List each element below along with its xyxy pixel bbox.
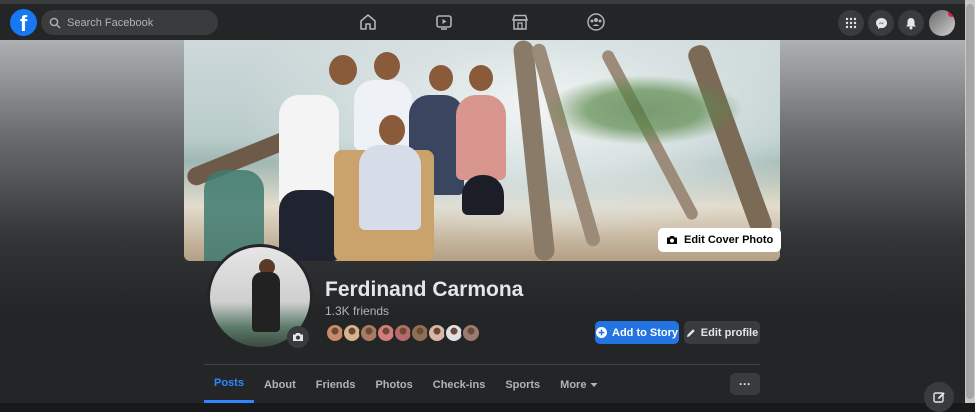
person-head bbox=[379, 115, 405, 145]
profile-picture-body bbox=[252, 272, 280, 332]
person-head bbox=[429, 65, 453, 91]
person-head bbox=[469, 65, 493, 91]
edit-cover-photo-button[interactable]: Edit Cover Photo bbox=[658, 228, 782, 252]
person-shirt bbox=[279, 95, 339, 205]
header-divider bbox=[204, 364, 760, 365]
camera-icon bbox=[667, 236, 677, 244]
person-shirt bbox=[359, 145, 421, 230]
messenger-icon bbox=[875, 17, 887, 29]
profile-more-options-button[interactable]: ··· bbox=[730, 373, 760, 395]
tab-about[interactable]: About bbox=[254, 366, 306, 403]
tab-sports[interactable]: Sports bbox=[495, 366, 550, 403]
person-pants bbox=[462, 175, 504, 215]
tab-more[interactable]: More bbox=[550, 366, 608, 403]
friend-avatar-list bbox=[325, 323, 481, 343]
watch-icon[interactable] bbox=[434, 12, 454, 32]
marketplace-icon[interactable] bbox=[510, 12, 530, 32]
add-to-story-label: Add to Story bbox=[612, 326, 678, 339]
edit-profile-button[interactable]: Edit profile bbox=[684, 321, 760, 344]
camera-icon bbox=[293, 333, 303, 341]
tab-check-ins[interactable]: Check-ins bbox=[423, 366, 496, 403]
plus-circle-icon bbox=[596, 327, 607, 338]
pencil-icon bbox=[686, 328, 695, 337]
add-to-story-button[interactable]: Add to Story bbox=[595, 321, 679, 344]
update-profile-picture-button[interactable] bbox=[287, 326, 309, 348]
tab-friends[interactable]: Friends bbox=[306, 366, 366, 403]
notifications-button[interactable] bbox=[898, 10, 924, 36]
notifications-icon bbox=[906, 17, 916, 29]
new-message-button[interactable] bbox=[924, 382, 954, 412]
compose-icon bbox=[932, 391, 945, 403]
home-icon[interactable] bbox=[358, 12, 378, 32]
groups-icon[interactable] bbox=[586, 12, 606, 32]
account-avatar[interactable] bbox=[929, 10, 955, 36]
palm-leaves bbox=[544, 75, 744, 145]
messenger-button[interactable] bbox=[868, 10, 894, 36]
page-scrollbar[interactable] bbox=[965, 0, 975, 403]
tab-posts[interactable]: Posts bbox=[204, 366, 254, 403]
person-head bbox=[329, 55, 357, 85]
scrollbar-thumb[interactable] bbox=[966, 4, 974, 399]
notification-dot bbox=[948, 10, 955, 17]
friends-count[interactable]: 1.3K friends bbox=[325, 304, 389, 318]
person-shirt bbox=[456, 95, 506, 180]
search-input[interactable] bbox=[67, 16, 207, 29]
friend-avatar[interactable] bbox=[461, 323, 481, 343]
search-box[interactable] bbox=[41, 10, 218, 35]
menu-grid-icon bbox=[845, 17, 857, 29]
search-icon bbox=[49, 17, 61, 28]
caret-down-icon bbox=[590, 382, 598, 387]
menu-grid-button[interactable] bbox=[838, 10, 864, 36]
edit-profile-label: Edit profile bbox=[700, 326, 759, 339]
profile-tabs: Posts About Friends Photos Check-ins Spo… bbox=[204, 366, 608, 403]
tab-photos[interactable]: Photos bbox=[365, 366, 422, 403]
top-navigation-bar: f bbox=[0, 0, 965, 44]
tab-more-label: More bbox=[560, 378, 587, 391]
facebook-logo[interactable]: f bbox=[10, 9, 37, 36]
edit-cover-photo-label: Edit Cover Photo bbox=[684, 234, 774, 246]
person-pants bbox=[279, 190, 339, 261]
person-head bbox=[374, 52, 400, 80]
profile-name: Ferdinand Carmona bbox=[325, 278, 524, 301]
